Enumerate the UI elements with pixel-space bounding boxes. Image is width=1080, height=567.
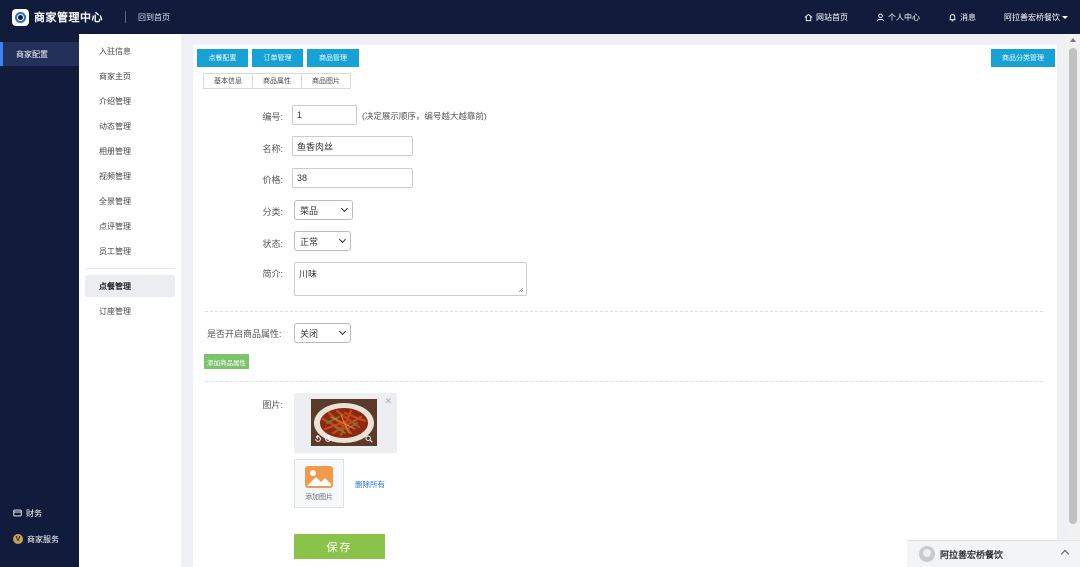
brand[interactable]: 商家管理中心 — [0, 8, 125, 26]
personal-center-link[interactable]: 个人中心 — [876, 12, 920, 23]
sub-menu: 入驻信息 商家主页 介绍管理 动态管理 相册管理 视频管理 全景管理 点评管理 … — [79, 34, 181, 567]
top-right-nav: 网站首页 个人中心 消息 阿拉善宏桥餐饮 — [776, 0, 1068, 34]
add-attribute-button[interactable]: 添加商品属性 — [204, 354, 249, 369]
intro-textarea[interactable]: 川味 — [294, 262, 527, 296]
chevron-down-icon — [338, 327, 347, 336]
number-label: 编号: — [262, 112, 283, 122]
section-divider — [205, 381, 1043, 382]
submenu-item-staff[interactable]: 员工管理 — [85, 240, 175, 262]
status-value: 正常 — [300, 236, 319, 247]
shop-menu[interactable]: 阿拉善宏桥餐饮 — [1004, 12, 1068, 23]
price-field[interactable]: 38 — [292, 168, 413, 188]
chat-shop-name: 阿拉善宏桥餐饮 — [940, 549, 1004, 560]
status-label: 状态: — [262, 239, 283, 249]
category-label: 分类: — [262, 207, 283, 217]
chevron-down-icon — [340, 204, 349, 213]
top-bar: 商家管理中心 回到首页 网站首页 个人中心 消息 阿拉善宏桥餐饮 — [0, 0, 1080, 34]
chevron-up-icon[interactable] — [1060, 549, 1070, 559]
section-divider — [205, 311, 1043, 312]
content-panel: 点餐配置 订单管理 商品管理 商品分类管理 基本信息 商品属性 商品图片 编号:… — [193, 45, 1057, 567]
submenu-item-homepage[interactable]: 商家主页 — [85, 65, 175, 87]
tab-category-management[interactable]: 商品分类管理 — [991, 49, 1055, 67]
scrollbar-thumb[interactable] — [1069, 48, 1077, 524]
submenu-item-panorama[interactable]: 全景管理 — [85, 190, 175, 212]
tab-order-management[interactable]: 订单管理 — [252, 49, 303, 67]
submenu-item-video[interactable]: 视频管理 — [85, 165, 175, 187]
sidebar-item-merchant-config[interactable]: 商家配置 — [0, 42, 79, 66]
zoom-icon[interactable] — [365, 435, 373, 443]
add-image-label: 添加图片 — [305, 494, 333, 501]
home-icon — [804, 13, 813, 21]
submenu-item-join-info[interactable]: 入驻信息 — [85, 40, 175, 62]
back-home-link[interactable]: 回到首页 — [138, 12, 170, 23]
subtab-attributes[interactable]: 商品属性 — [253, 74, 302, 88]
messages-label: 消息 — [960, 12, 976, 22]
v-badge-icon: V — [13, 534, 23, 544]
submenu-item-ordering[interactable]: 点餐管理 — [85, 275, 175, 297]
resize-handle-icon[interactable] — [518, 287, 524, 293]
save-button[interactable]: 保存 — [294, 534, 385, 559]
image-upload-icon — [305, 466, 333, 488]
subtab-basic-info[interactable]: 基本信息 — [204, 74, 253, 88]
delete-all-link[interactable]: 删除所有 — [355, 479, 385, 490]
subtab-images[interactable]: 商品图片 — [302, 74, 350, 88]
rotate-right-icon[interactable] — [324, 435, 332, 443]
logo-icon — [12, 8, 29, 26]
website-home-link[interactable]: 网站首页 — [804, 12, 848, 23]
main-sidebar: 商家配置 财务 V 商家服务 — [0, 34, 79, 567]
attr-toggle-label: 是否开启商品属性: — [207, 329, 282, 339]
image-card: ✕ — [294, 393, 397, 453]
avatar — [919, 546, 935, 562]
close-icon[interactable]: ✕ — [384, 396, 392, 407]
app-title: 商家管理中心 — [34, 12, 103, 24]
intro-label: 简介: — [262, 269, 283, 279]
chevron-down-icon — [338, 235, 347, 244]
rotate-left-icon[interactable] — [314, 435, 322, 443]
category-select[interactable]: 菜品 — [294, 200, 353, 220]
name-label: 名称: — [262, 144, 283, 154]
submenu-item-intro[interactable]: 介绍管理 — [85, 90, 175, 112]
wallet-icon — [13, 509, 22, 517]
status-select[interactable]: 正常 — [294, 231, 351, 251]
submenu-divider — [85, 268, 175, 269]
personal-center-label: 个人中心 — [888, 12, 920, 22]
finance-label: 财务 — [26, 508, 42, 518]
name-field[interactable]: 鱼香肉丝 — [292, 136, 413, 156]
submenu-item-news[interactable]: 动态管理 — [85, 115, 175, 137]
add-image-button[interactable]: 添加图片 — [294, 459, 344, 508]
divider — [125, 11, 126, 23]
submenu-item-album[interactable]: 相册管理 — [85, 140, 175, 162]
price-label: 价格: — [262, 175, 283, 185]
submenu-item-reservation[interactable]: 订座管理 — [85, 300, 175, 322]
attr-toggle-value: 关闭 — [300, 328, 319, 339]
chat-widget[interactable]: 阿拉善宏桥餐饮 — [907, 540, 1080, 567]
sidebar-item-finance[interactable]: 财务 — [0, 502, 79, 524]
subtabs: 基本信息 商品属性 商品图片 — [203, 73, 351, 89]
submenu-item-reviews[interactable]: 点评管理 — [85, 215, 175, 237]
tab-product-management[interactable]: 商品管理 — [307, 49, 359, 67]
merchant-service-label: 商家服务 — [27, 534, 59, 544]
messages-link[interactable]: 消息 — [948, 12, 976, 23]
sidebar-item-merchant-service[interactable]: V 商家服务 — [0, 528, 79, 550]
number-field[interactable]: 1 — [292, 105, 357, 125]
attr-toggle-select[interactable]: 关闭 — [294, 323, 351, 343]
caret-down-icon — [1062, 15, 1068, 19]
user-icon — [876, 13, 885, 21]
shop-name: 阿拉善宏桥餐饮 — [1004, 12, 1060, 22]
website-home-label: 网站首页 — [816, 12, 848, 22]
bell-icon — [949, 13, 956, 21]
image-label: 图片: — [262, 400, 283, 410]
intro-value: 川味 — [299, 269, 318, 279]
tab-ordering-config[interactable]: 点餐配置 — [197, 49, 248, 67]
number-hint: (决定展示顺序，编号越大越靠前) — [362, 111, 487, 121]
scroll-up-icon[interactable] — [1070, 38, 1076, 42]
category-value: 菜品 — [300, 205, 319, 216]
